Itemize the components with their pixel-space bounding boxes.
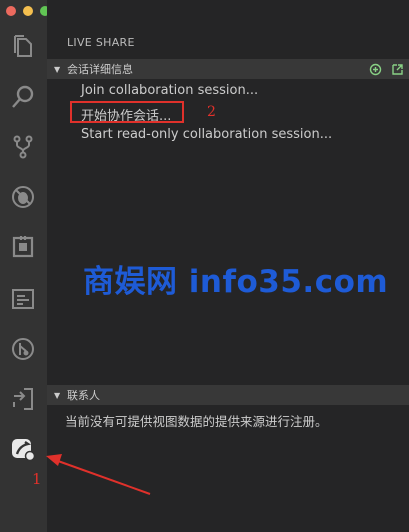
annotation-arrow: [46, 454, 151, 495]
annotation-label-1: 1: [32, 470, 42, 488]
